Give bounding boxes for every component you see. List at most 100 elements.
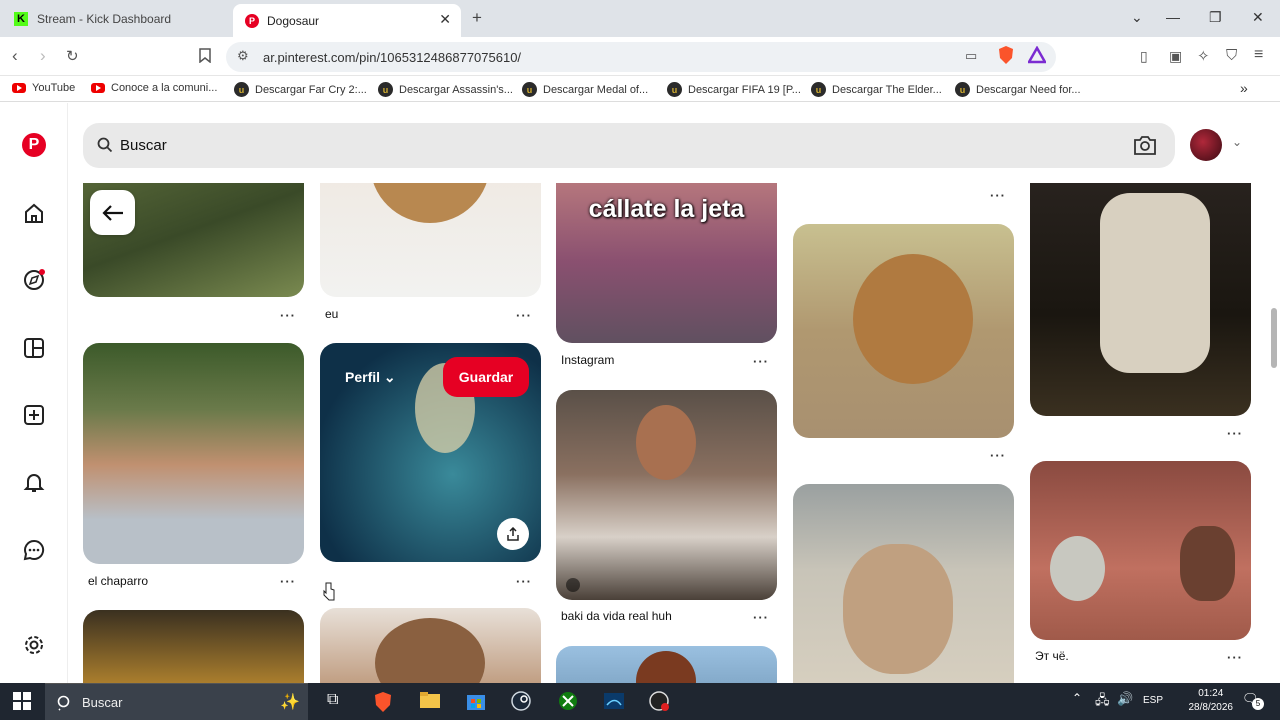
wallet-icon[interactable]: ▣ [1169, 48, 1182, 65]
language-indicator[interactable]: ESP [1143, 695, 1167, 717]
gif-indicator-icon [566, 578, 580, 592]
create-icon[interactable] [22, 403, 46, 427]
notifications-bell-icon[interactable] [22, 470, 46, 494]
settings-gear-icon[interactable] [22, 633, 46, 657]
pin-more-icon[interactable]: ··· [753, 610, 769, 625]
tray-chevron-up-icon[interactable]: ⌃ [1072, 691, 1094, 713]
system-clock[interactable]: 01:24 28/8/2026 [1189, 687, 1234, 715]
search-placeholder: Buscar [120, 137, 167, 154]
visual-search-camera-icon[interactable] [1133, 134, 1157, 156]
back-button[interactable] [90, 190, 135, 235]
back-icon[interactable]: ‹ [12, 46, 18, 66]
profile-dropdown[interactable]: Perfil ⌄ [345, 369, 396, 386]
sidebar-toggle-icon[interactable]: ▯ [1140, 48, 1148, 65]
pin-image-monkey[interactable] [320, 608, 541, 683]
uptodown-icon: u [955, 82, 970, 97]
forward-icon[interactable]: › [40, 46, 46, 66]
reload-icon[interactable]: ↻ [66, 47, 79, 65]
pin-more-icon[interactable]: ··· [516, 574, 532, 589]
bookmark-icon[interactable] [199, 48, 211, 66]
bookmark-needfor[interactable]: u Descargar Need for... [955, 82, 1081, 97]
save-button[interactable]: Guardar [443, 357, 529, 397]
tab-kick[interactable]: K Stream - Kick Dashboard [0, 0, 232, 37]
leo-ai-icon[interactable]: ✧ [1197, 47, 1210, 65]
address-toolbar: ‹ › ↻ ⚙ ar.pinterest.com/pin/10653124868… [0, 37, 1280, 76]
pin-more-icon[interactable]: ··· [280, 574, 296, 589]
pinterest-logo-icon[interactable]: P [22, 133, 46, 157]
windows-taskbar: Buscar ✨ ⧉ ⌃ 🖧 🔊 ESP 01:24 28/8/2026 🗨 5 [0, 683, 1280, 720]
uptodown-icon: u [234, 82, 249, 97]
uptodown-icon: u [811, 82, 826, 97]
file-explorer-icon[interactable] [419, 691, 441, 713]
share-icon[interactable] [497, 518, 529, 550]
pin-image-chaparro[interactable] [83, 343, 304, 564]
network-icon[interactable]: 🖧 [1095, 691, 1117, 713]
brave-taskbar-icon[interactable] [373, 691, 395, 713]
pin-image-lion[interactable] [793, 224, 1014, 438]
search-icon [97, 137, 113, 153]
pin-caption: baki da vida real huh [561, 609, 672, 623]
bookmark-medal[interactable]: u Descargar Medal of... [522, 82, 648, 97]
explore-icon[interactable] [22, 268, 46, 292]
windows-start-icon[interactable] [13, 692, 35, 714]
tab-search-chevron-icon[interactable]: ⌄ [1131, 9, 1143, 26]
task-view-icon[interactable]: ⧉ [327, 691, 349, 713]
pin-image-callate[interactable]: cállate la jeta [556, 163, 777, 343]
browser-tab-bar: K Stream - Kick Dashboard P Dogosaur ✕ +… [0, 0, 1280, 37]
pin-more-icon[interactable]: ··· [1227, 426, 1243, 441]
menu-icon[interactable]: ≡ [1254, 46, 1263, 64]
new-tab-button[interactable]: + [472, 8, 482, 28]
pin-more-icon[interactable]: ··· [516, 308, 532, 323]
more-bookmarks-icon[interactable]: » [1240, 80, 1248, 96]
steam-icon[interactable] [511, 691, 533, 713]
pin-more-icon[interactable]: ··· [753, 354, 769, 369]
pin-more-icon[interactable]: ··· [990, 448, 1006, 463]
pin-caption: Эт чё. [1035, 649, 1069, 663]
bookmark-conoce[interactable]: Conoce a la comuni... [91, 82, 217, 94]
volume-icon[interactable]: 🔊 [1117, 691, 1139, 713]
scrollbar-thumb[interactable] [1271, 308, 1277, 368]
restore-button[interactable]: ❐ [1209, 9, 1222, 26]
pin-image-lion-portrait[interactable] [83, 610, 304, 683]
pin-more-icon[interactable]: ··· [280, 308, 296, 323]
boards-icon[interactable] [22, 336, 46, 360]
close-window-button[interactable]: ✕ [1252, 9, 1264, 26]
close-tab-icon[interactable]: ✕ [439, 11, 451, 28]
site-info-icon[interactable]: ⚙ [237, 48, 249, 64]
pin-image-poop[interactable] [1030, 461, 1251, 640]
cast-icon[interactable]: ▭ [965, 48, 977, 64]
bookmark-fifa[interactable]: u Descargar FIFA 19 [P... [667, 82, 801, 97]
pin-image-skeleton[interactable] [1030, 163, 1251, 416]
taskbar-search-input[interactable]: Buscar ✨ [45, 683, 308, 720]
pin-image-bird[interactable] [320, 163, 541, 297]
uptodown-icon: u [378, 82, 393, 97]
search-input[interactable]: Buscar [83, 123, 1175, 168]
pin-image-partial[interactable] [556, 646, 777, 683]
bookmark-youtube[interactable]: YouTube [12, 82, 75, 94]
home-icon[interactable] [22, 201, 46, 225]
pin-image-dogosaur-hover[interactable]: Perfil ⌄ Guardar [320, 343, 541, 562]
pin-caption: el chaparro [88, 574, 149, 588]
bookmark-assassins[interactable]: u Descargar Assassin's... [378, 82, 513, 97]
pin-image-dog[interactable] [793, 484, 1014, 683]
bookmark-elder[interactable]: u Descargar The Elder... [811, 82, 942, 97]
brave-shields-icon[interactable] [997, 45, 1015, 70]
brave-rewards-icon[interactable] [1026, 45, 1048, 69]
pin-more-icon[interactable]: ··· [990, 188, 1006, 203]
messages-icon[interactable] [22, 538, 46, 562]
microsoft-store-icon[interactable] [466, 691, 488, 713]
xbox-icon[interactable] [558, 691, 580, 713]
uptodown-icon: u [522, 82, 537, 97]
account-chevron-down-icon[interactable]: ⌄ [1232, 135, 1242, 149]
url-bar[interactable]: ⚙ ar.pinterest.com/pin/10653124868770756… [226, 42, 1056, 72]
obs-recording-icon[interactable] [649, 691, 671, 713]
disney-plus-icon[interactable] [603, 691, 625, 713]
pin-caption: eu [325, 307, 339, 321]
bookmark-farcry[interactable]: u Descargar Far Cry 2:... [234, 82, 367, 97]
pin-image-baki[interactable] [556, 390, 777, 600]
avatar[interactable] [1190, 129, 1222, 161]
minimize-button[interactable]: — [1166, 9, 1180, 25]
pin-more-icon[interactable]: ··· [1227, 650, 1243, 665]
vpn-icon[interactable]: ⛉ [1226, 47, 1237, 64]
tab-pinterest[interactable]: P Dogosaur ✕ [233, 4, 461, 37]
